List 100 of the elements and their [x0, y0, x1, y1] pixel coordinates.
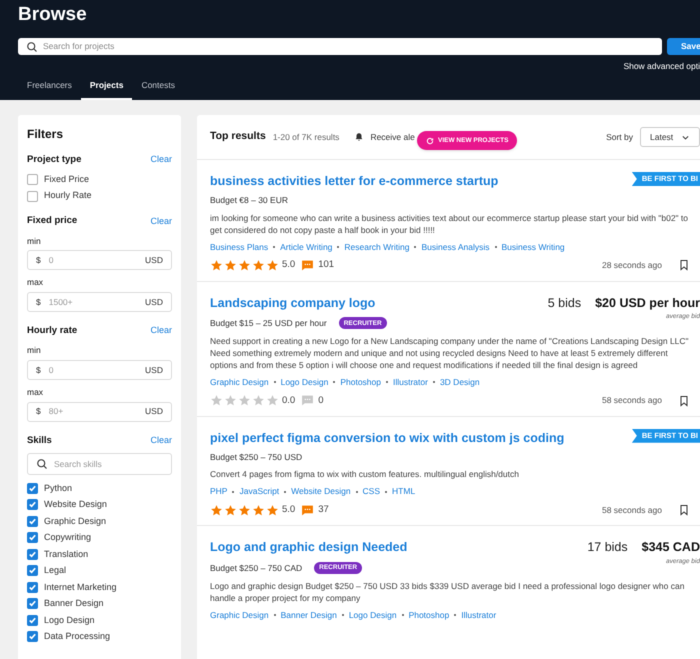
skill-tag-link[interactable]: Article Writing [280, 240, 332, 254]
skill-tag-link[interactable]: Illustrator [392, 376, 428, 388]
checkbox-label: Translation [44, 548, 88, 560]
currency-suffix: USD [145, 364, 163, 376]
bookmark-icon[interactable] [678, 394, 690, 407]
checkbox-label: Fixed Price [44, 172, 90, 186]
price-input[interactable]: $ 0 USD [27, 360, 172, 380]
skills-search-field[interactable]: Search skills [27, 453, 172, 475]
checkbox-label: Website Design [44, 498, 107, 511]
review-count: 101 [318, 258, 334, 272]
checkbox-label: Graphic Design [44, 514, 106, 528]
bookmark-icon[interactable] [678, 504, 690, 516]
checkbox[interactable] [27, 582, 38, 593]
checkbox[interactable] [27, 516, 38, 527]
average-bid: $20 USD per hour [595, 294, 700, 312]
skill-tag-link[interactable]: 3D Design [440, 376, 480, 388]
skill-tag-link[interactable]: Logo Design [348, 608, 397, 622]
project-title-link[interactable]: Landscaping company logo [210, 294, 376, 312]
filter-section-title: Fixed price [27, 214, 78, 228]
bookmark-icon[interactable] [678, 259, 690, 272]
checkbox[interactable] [27, 482, 38, 494]
checkbox-label: Hourly Rate [44, 189, 92, 202]
search-input[interactable]: Search for projects [43, 40, 654, 53]
price-input-box[interactable]: 80+ [48, 405, 146, 418]
skill-tag-link[interactable]: Business Analysis [421, 240, 490, 254]
field-label: min [27, 234, 42, 248]
project-title-link[interactable]: Logo and graphic design Needed [210, 538, 408, 557]
posted-time: 28 seconds ago [602, 259, 662, 272]
star-icon [224, 258, 237, 272]
posted-time: 58 seconds ago [602, 504, 662, 516]
currency-suffix: USD [145, 254, 163, 267]
clear-link[interactable]: Clear [150, 434, 172, 448]
price-input[interactable]: $ 0 USD [27, 250, 172, 270]
skill-tag-link[interactable]: Website Design [291, 485, 351, 498]
star-icon [266, 258, 279, 272]
sort-dropdown[interactable]: Latest [640, 127, 700, 147]
clear-link[interactable]: Clear [150, 324, 172, 338]
budget: Budget $250 – 750 USD [210, 450, 302, 464]
skill-tag-link[interactable]: Photoshop [340, 376, 381, 388]
star-icon [238, 394, 251, 408]
review-count: 0 [318, 394, 324, 408]
star-icon [252, 258, 265, 272]
skill-tag-link[interactable]: Banner Design [280, 608, 337, 622]
budget: Budget €8 – 30 EUR [210, 194, 288, 206]
currency-prefix: $ [36, 254, 41, 267]
checkbox-label: Banner Design [44, 597, 104, 610]
skill-tag-link[interactable]: Research Writing [344, 240, 410, 254]
filter-section-title: Skills [27, 434, 52, 448]
tab[interactable]: Freelancers [18, 73, 81, 100]
advanced-options-link[interactable]: Show advanced opti [623, 60, 700, 72]
skill-tag-link[interactable]: Business Writing [502, 240, 565, 254]
skill-tag-link[interactable]: JavaScript [239, 485, 280, 498]
clear-link[interactable]: Clear [150, 214, 172, 228]
checkbox[interactable] [27, 548, 38, 560]
checkbox[interactable] [27, 174, 38, 185]
project-description: Convert 4 pages from figma to wix with custom features. multilingual english/dutch [210, 468, 520, 480]
price-input[interactable]: $ 80+ USD [27, 402, 172, 422]
bell-icon [354, 132, 364, 142]
checkbox[interactable] [27, 190, 38, 202]
results-count: 1-20 of 7K results [272, 130, 340, 144]
review-bubble-icon [301, 394, 314, 408]
review-count: 37 [318, 503, 329, 517]
skill-tag-link[interactable]: Illustrator [461, 608, 496, 622]
clear-link[interactable]: Clear [150, 153, 172, 167]
receive-alerts-link[interactable]: Receive ale [370, 130, 415, 144]
project-title-link[interactable]: pixel perfect figma conversion to wix with custom js coding [210, 428, 564, 448]
currency-suffix: USD [145, 296, 163, 308]
skill-tag-link[interactable]: CSS [362, 485, 380, 498]
skill-tag-link[interactable]: Graphic Design [210, 376, 269, 388]
checkbox-label: Legal [44, 564, 66, 577]
refresh-icon [426, 136, 434, 144]
price-input-box[interactable]: 0 [48, 364, 146, 376]
skills-search-input[interactable]: Search skills [54, 458, 163, 470]
price-input-box[interactable]: 0 [48, 254, 146, 267]
project-title-link[interactable]: business activities letter for e-commerce startup [210, 172, 498, 191]
search-icon [36, 458, 48, 470]
rating-value: 0.0 [282, 394, 296, 408]
skill-tag-link[interactable]: Business Plans [210, 240, 268, 254]
skill-tag-link[interactable]: PHP [210, 485, 228, 498]
bid-count: 5 bids [548, 294, 582, 312]
currency-prefix: $ [36, 364, 41, 376]
checkbox-label: Data Processing [44, 630, 110, 643]
tab[interactable]: Projects [80, 73, 132, 100]
checkbox[interactable] [27, 565, 38, 576]
price-input[interactable]: $ 1500+ USD [27, 292, 172, 312]
skill-tag-link[interactable]: Graphic Design [210, 608, 269, 622]
review-bubble-icon [301, 258, 314, 272]
search-field[interactable]: Search for projects [18, 38, 662, 55]
skill-tag-link[interactable]: Logo Design [280, 376, 328, 388]
checkbox[interactable] [27, 598, 38, 610]
checkbox[interactable] [27, 532, 38, 544]
skill-tag-link[interactable]: Photoshop [408, 608, 450, 622]
checkbox[interactable] [27, 631, 38, 642]
filter-section-title: Hourly rate [27, 324, 78, 338]
checkbox[interactable] [27, 499, 38, 510]
star-icon [252, 504, 265, 517]
skill-tag-link[interactable]: HTML [392, 485, 416, 498]
checkbox[interactable] [27, 614, 38, 626]
price-input-box[interactable]: 1500+ [48, 296, 146, 308]
tab[interactable]: Contests [132, 73, 184, 100]
